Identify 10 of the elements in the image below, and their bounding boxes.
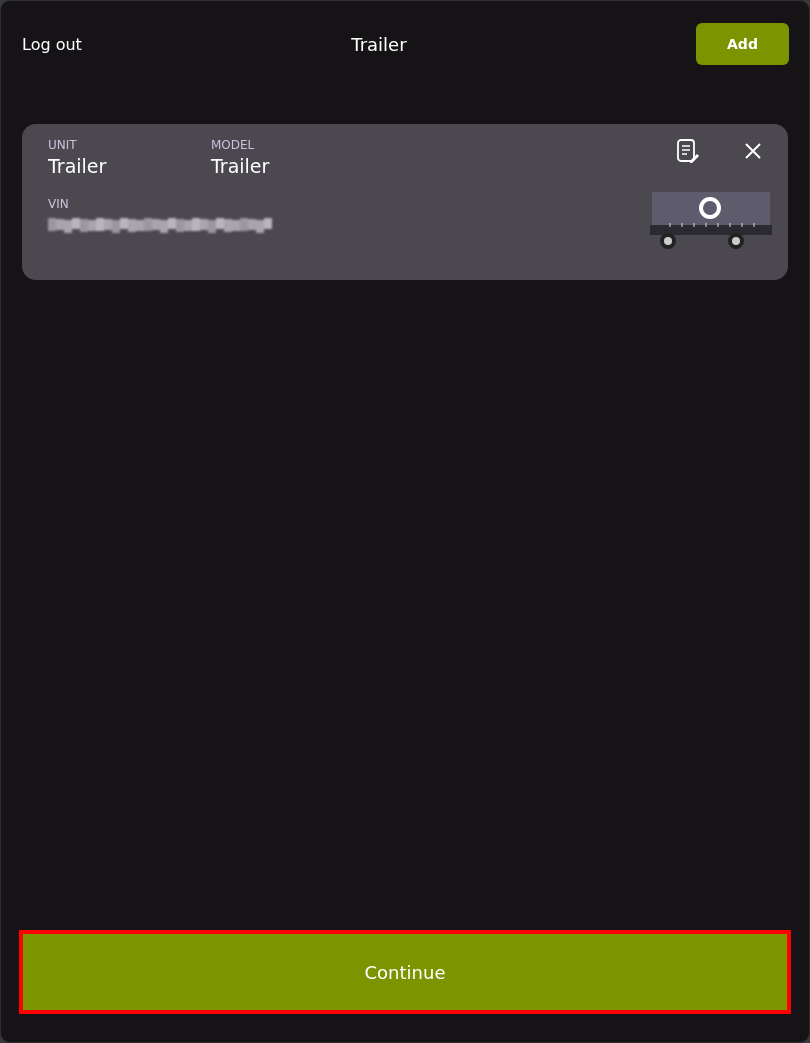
unit-card[interactable]: UNIT Trailer MODEL Trailer VIN [22, 124, 788, 280]
field-value: Trailer [211, 155, 271, 177]
screen-title: Trailer [351, 33, 407, 55]
logout-button[interactable]: Log out [22, 34, 82, 54]
field-label: MODEL [211, 138, 256, 152]
field-label: VIN [48, 197, 70, 211]
edit-notes-icon[interactable] [676, 138, 700, 164]
close-icon[interactable] [744, 142, 762, 160]
field-value: Trailer [48, 155, 108, 177]
field-label: UNIT [48, 138, 78, 152]
